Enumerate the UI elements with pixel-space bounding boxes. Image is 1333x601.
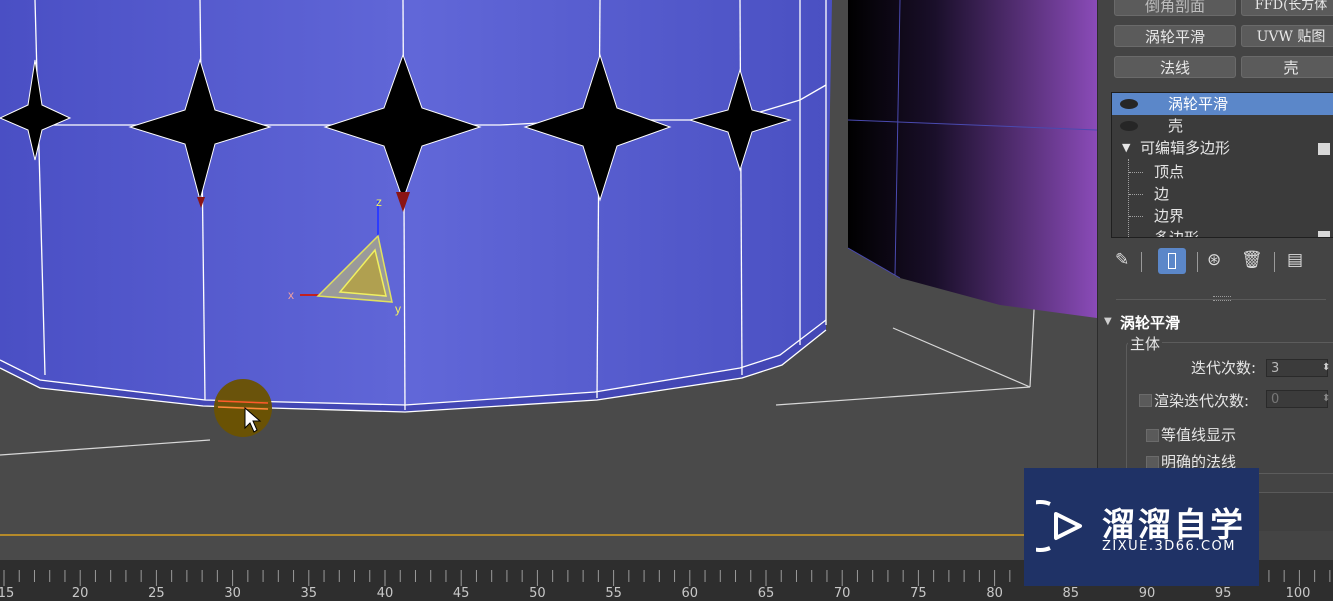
expand-arrow-icon[interactable]: ▼ [1122, 137, 1130, 159]
pin-icon[interactable]: ✎ [1115, 250, 1129, 270]
timeline-tick-label: 55 [605, 586, 622, 601]
gizmo-y-label: y [395, 302, 401, 316]
modifier-button-bevel-profile[interactable]: 倒角剖面 [1114, 0, 1236, 16]
make-unique-icon[interactable]: ⊛ [1207, 250, 1221, 270]
watermark-subtitle: ZIXUE.3D66.COM [1102, 539, 1236, 554]
render-iters-spinner[interactable]: 0 [1266, 390, 1328, 408]
panel-resize-handle[interactable] [1213, 296, 1231, 301]
stack-item-editable-poly[interactable]: ▼ 可编辑多边形 [1112, 137, 1333, 159]
viewport-scene: z x y [0, 0, 1097, 456]
isoline-checkbox[interactable] [1146, 429, 1159, 442]
timeline-tick-label: 85 [1062, 586, 1080, 601]
subobject-border[interactable]: 边界 [1154, 205, 1184, 226]
timeline-tick-label: 40 [376, 586, 394, 601]
subobject-edge[interactable]: 边 [1154, 183, 1169, 204]
timeline-tick-label: 80 [986, 586, 1003, 601]
timeline-tick-label: 25 [148, 586, 165, 601]
timeline-tick-label: 50 [529, 586, 546, 601]
timeline-tick-label: 100 [1285, 586, 1311, 601]
modifier-button-shell[interactable]: 壳 [1241, 56, 1333, 78]
spinner-arrows-icon[interactable]: ⬍ [1322, 362, 1330, 373]
grid-line [0, 439, 211, 456]
timeline-tick-label: 20 [71, 586, 89, 601]
modifier-button-turbosmooth[interactable]: 涡轮平滑 [1114, 25, 1236, 47]
stack-item-turbosmooth[interactable]: 涡轮平滑 [1112, 93, 1333, 115]
gizmo-z-label: z [376, 195, 382, 209]
grid-line [892, 327, 1031, 388]
gizmo-x-label: x [288, 288, 294, 302]
grid-line [775, 386, 1031, 406]
render-iters-label: 渲染迭代次数: [1154, 392, 1250, 410]
timeline-tick-label: 30 [224, 586, 241, 601]
subobject-vertex[interactable]: 顶点 [1154, 161, 1184, 182]
iterations-spinner[interactable]: 3 [1266, 359, 1328, 377]
watermark-logo: 溜溜自学 ZIXUE.3D66.COM [1024, 468, 1259, 586]
stack-item-label: 壳 [1168, 117, 1184, 135]
timeline-tick-label: 65 [757, 586, 775, 601]
timeline-tick-label: 60 [681, 586, 699, 601]
timeline-tick-label: 75 [910, 586, 927, 601]
modifier-stack[interactable]: 涡轮平滑 壳 ▼ 可编辑多边形 顶点 边 边界 多边形 [1111, 92, 1333, 238]
instance-indicator-icon [1318, 143, 1330, 155]
subobject-polygon[interactable]: 多边形 [1154, 227, 1199, 237]
stack-toolbar: ✎ ⊛ 🗑 ▤ [1111, 246, 1331, 278]
timeline-tick-label: 15 [0, 586, 15, 601]
modifier-button-normal[interactable]: 法线 [1114, 56, 1236, 78]
purple-object [848, 0, 1097, 318]
stack-item-shell[interactable]: 壳 [1112, 115, 1333, 137]
stack-item-label: 可编辑多边形 [1140, 139, 1231, 157]
modifier-button-ffd-box[interactable]: FFD(长方体 [1241, 0, 1333, 16]
perspective-viewport[interactable]: z x y [0, 0, 1097, 560]
render-iters-checkbox[interactable] [1139, 394, 1152, 407]
timeline-tick-label: 45 [452, 586, 470, 601]
time-slider-line [0, 534, 1097, 536]
timeline-tick-label: 70 [833, 586, 851, 601]
eye-icon[interactable] [1120, 99, 1138, 109]
spinner-arrows-icon[interactable]: ⬍ [1322, 393, 1330, 404]
modifier-button-uvw-map[interactable]: UVW 贴图 [1241, 25, 1333, 47]
stack-item-label: 涡轮平滑 [1168, 95, 1229, 113]
isoline-label: 等值线显示 [1161, 426, 1237, 444]
timeline-tick-label: 90 [1138, 586, 1156, 601]
configure-modifier-sets-icon[interactable]: ▤ [1287, 250, 1303, 270]
remove-modifier-icon[interactable]: 🗑 [1241, 250, 1263, 270]
timeline-tick-label: 35 [300, 586, 318, 601]
eye-icon[interactable] [1120, 121, 1138, 131]
show-end-result-icon[interactable] [1158, 248, 1186, 274]
rollout-title[interactable]: 涡轮平滑 [1120, 312, 1180, 333]
cylinder-object [0, 0, 832, 405]
group-label: 主体 [1128, 333, 1163, 354]
timeline-tick-label: 95 [1214, 586, 1232, 601]
iterations-label: 迭代次数: [1191, 359, 1257, 377]
rollout-collapse-icon[interactable]: ▼ [1104, 316, 1112, 327]
play-logo-icon [1036, 500, 1082, 552]
